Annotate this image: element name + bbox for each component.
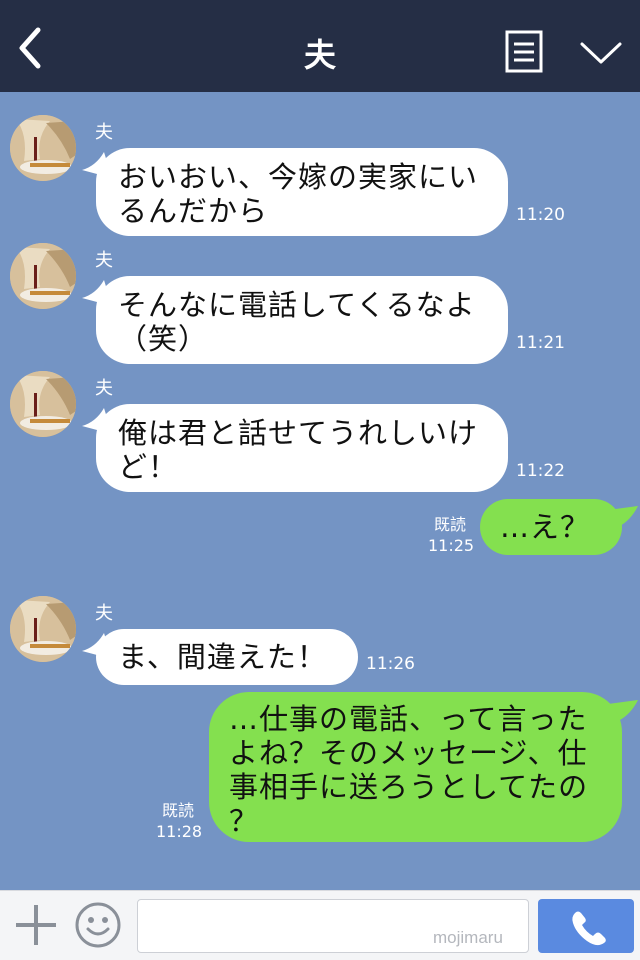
avatar[interactable] xyxy=(10,371,76,437)
more-options-button[interactable] xyxy=(578,36,624,70)
avatar-photo xyxy=(10,596,76,662)
avatar-photo xyxy=(10,243,76,309)
message-line: るんだから xyxy=(118,194,269,228)
message-line: 事相手に送ろうとしてたの xyxy=(229,770,589,804)
message-time: 11:26 xyxy=(366,654,415,674)
message-bubble[interactable]: …え？ xyxy=(480,499,622,555)
avatar-photo xyxy=(10,115,76,181)
emoji-button[interactable] xyxy=(74,901,122,949)
message-bubble[interactable]: そんなに電話してくるなよ （笑） xyxy=(96,276,508,364)
sender-name: 夫 xyxy=(95,122,113,143)
message-bubble[interactable]: ま、間違えた！ xyxy=(96,629,358,685)
notes-icon xyxy=(505,30,543,73)
avatar-photo xyxy=(10,371,76,437)
message-line: よね？そのメッセージ、仕 xyxy=(229,736,588,770)
read-receipt: 既読 11:25 xyxy=(428,514,475,556)
message-line: （笑） xyxy=(118,322,209,356)
message-line: 俺は君と話せてうれしいけ xyxy=(118,416,479,450)
read-label: 既読 xyxy=(433,515,466,534)
back-button[interactable] xyxy=(10,22,54,74)
sender-name: 夫 xyxy=(95,603,113,624)
message-time: 11:28 xyxy=(156,822,203,841)
avatar[interactable] xyxy=(10,243,76,309)
sender-name: 夫 xyxy=(95,250,113,271)
call-button[interactable] xyxy=(538,899,634,953)
add-button[interactable] xyxy=(14,903,58,947)
read-receipt: 既読 11:28 xyxy=(156,800,203,842)
avatar[interactable] xyxy=(10,115,76,181)
message-bubble[interactable]: おいおい、今嫁の実家にい るんだから xyxy=(96,148,508,236)
phone-icon xyxy=(572,911,606,946)
message-bubble[interactable]: …仕事の電話、って言った よね？そのメッセージ、仕 事相手に送ろうとしてたの ？ xyxy=(209,692,622,842)
message-line: …仕事の電話、って言った xyxy=(229,702,588,736)
sender-name: 夫 xyxy=(95,378,113,399)
chevron-down-icon xyxy=(580,42,622,64)
chat-header: 夫 xyxy=(0,0,640,92)
message-line: そんなに電話してくるなよ xyxy=(118,288,476,322)
plus-icon xyxy=(16,905,56,945)
message-time: 11:20 xyxy=(516,205,565,225)
message-line: ま、間違えた！ xyxy=(118,640,327,674)
notes-button[interactable] xyxy=(505,30,543,73)
message-bubble[interactable]: 俺は君と話せてうれしいけ ど！ xyxy=(96,404,508,492)
input-bar xyxy=(0,890,640,960)
chat-area[interactable]: 夫 おいおい、今嫁の実家にい るんだから 11:20 夫 そんなに電話してくるな… xyxy=(0,92,640,890)
chevron-left-icon xyxy=(19,27,41,69)
message-time: 11:22 xyxy=(516,461,565,481)
message-time: 11:25 xyxy=(428,536,475,555)
watermark: mojimaru xyxy=(433,928,503,947)
message-line: …え？ xyxy=(500,510,591,544)
message-line: ？ xyxy=(229,804,260,838)
message-time: 11:21 xyxy=(516,333,565,353)
message-line: ど！ xyxy=(118,450,179,484)
smiley-icon xyxy=(75,902,121,948)
avatar[interactable] xyxy=(10,596,76,662)
message-line: おいおい、今嫁の実家にい xyxy=(118,160,479,194)
chat-title: 夫 xyxy=(303,36,336,74)
read-label: 既読 xyxy=(161,801,194,820)
